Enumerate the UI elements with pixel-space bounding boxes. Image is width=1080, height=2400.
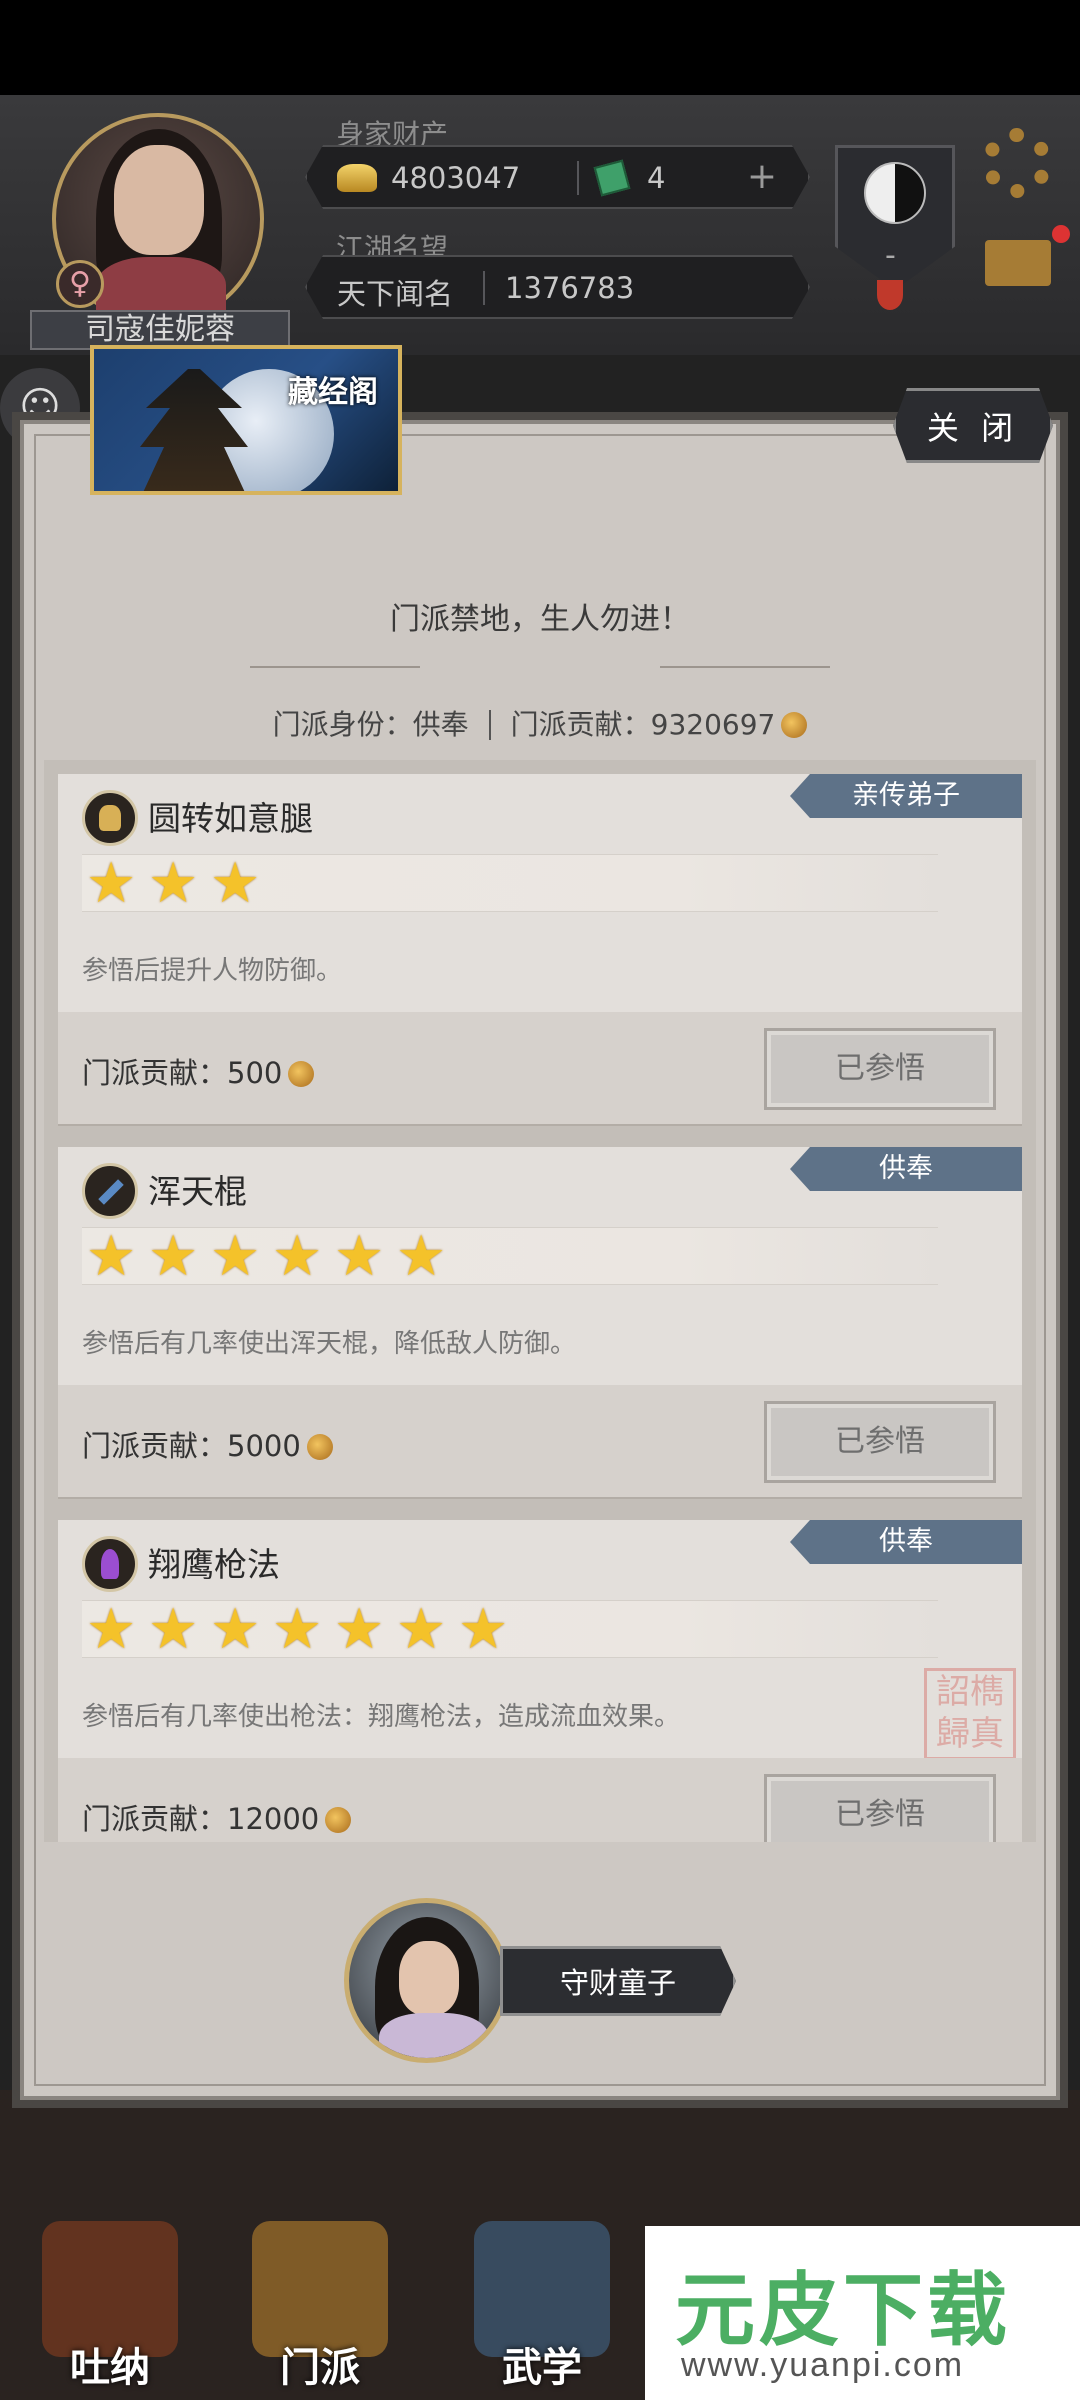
taiji-dash: -	[885, 238, 896, 273]
spear-icon	[82, 1536, 138, 1592]
comprehended-button[interactable]: 已参悟	[764, 1401, 996, 1483]
star-rating: ★ ★ ★	[82, 854, 938, 912]
star-icon: ★	[272, 1597, 323, 1662]
sect-contribution: 门派贡献：9320697	[510, 708, 776, 741]
rank-tag: 供奉	[790, 1520, 1022, 1564]
skill-cost: 门派贡献：12000	[82, 1796, 352, 1838]
star-icon: ★	[210, 1224, 261, 1289]
identity-line: 门派身份：供奉 门派贡献：9320697	[0, 703, 1080, 743]
skill-card: 供奉 浑天棍 ★ ★ ★ ★ ★ ★ 参悟后有几率使出浑天棍，降低敌人防御。 门派贡献：5…	[58, 1147, 1022, 1499]
watermark-url: www.yuanpi.com	[681, 2346, 965, 2384]
nav-tab-sect[interactable]: 门派	[240, 2215, 400, 2395]
sect-identity: 门派身份：供奉	[272, 708, 469, 741]
star-icon: ★	[272, 1224, 323, 1289]
star-icon: ★	[86, 1224, 137, 1289]
coin-icon	[288, 1061, 315, 1087]
star-rating: ★ ★ ★ ★ ★ ★	[82, 1227, 938, 1285]
skill-card: 亲传弟子 圆转如意腿 ★ ★ ★ 参悟后提升人物防御。 门派贡献：500 已参悟	[58, 774, 1022, 1126]
star-icon: ★	[148, 1224, 199, 1289]
skill-cost: 门派贡献：5000	[82, 1423, 333, 1465]
cost-text: 门派贡献：5000	[82, 1429, 301, 1463]
nav-tab-martial-arts[interactable]: 武学	[462, 2215, 622, 2395]
star-rating: ★ ★ ★ ★ ★ ★ ★	[82, 1600, 938, 1658]
modal-title: 藏经阁	[288, 375, 378, 410]
star-icon: ★	[396, 1597, 447, 1662]
star-icon: ★	[86, 1597, 137, 1662]
divider	[483, 271, 485, 305]
reputation-bar: 天下闻名 1376783	[305, 255, 810, 319]
divider	[577, 161, 579, 195]
close-button[interactable]: 关 闭	[893, 388, 1053, 463]
npc-avatar[interactable]	[344, 1898, 509, 2063]
comprehended-button[interactable]: 已参悟	[764, 1774, 996, 1842]
skill-list[interactable]: 亲传弟子 圆转如意腿 ★ ★ ★ 参悟后提升人物防御。 门派贡献：500 已参悟 供…	[44, 760, 1036, 1842]
star-icon: ★	[210, 851, 261, 916]
mail-icon[interactable]	[985, 240, 1051, 286]
gear-icon[interactable]	[982, 128, 1052, 198]
staff-icon	[82, 1163, 138, 1219]
status-bar	[0, 0, 1080, 95]
skill-description: 参悟后有几率使出枪法：翔鹰枪法，造成流血效果。	[82, 1702, 681, 1732]
gold-ingot-icon	[337, 164, 377, 192]
star-icon: ★	[86, 851, 137, 916]
jade-value: 4	[647, 161, 666, 195]
star-icon: ★	[396, 1224, 447, 1289]
skill-footer: 门派贡献：5000 已参悟	[58, 1385, 1022, 1497]
rank-tag: 亲传弟子	[790, 774, 1022, 818]
nav-tab-breathing[interactable]: 吐纳	[30, 2215, 190, 2395]
rank-tag: 供奉	[790, 1147, 1022, 1191]
coin-icon	[306, 1434, 333, 1460]
ornament-right	[660, 666, 830, 668]
seal-stamp: 詔檇 歸真	[924, 1668, 1016, 1760]
taiji-icon	[864, 162, 926, 224]
reputation-title: 天下闻名	[337, 277, 454, 311]
reputation-value: 1376783	[505, 271, 635, 305]
add-currency-button[interactable]: +	[744, 159, 780, 195]
skill-name: 圆转如意腿	[148, 799, 313, 838]
gender-female-icon: ♀	[56, 260, 104, 308]
star-icon: ★	[210, 1597, 261, 1662]
star-icon: ★	[148, 1597, 199, 1662]
star-icon: ★	[458, 1597, 509, 1662]
divider	[488, 710, 491, 740]
library-header-image: 藏经阁	[90, 345, 402, 495]
nav-tab-label: 吐纳	[70, 2345, 150, 2391]
cost-text: 门派贡献：500	[82, 1056, 283, 1090]
skill-footer: 门派贡献：12000 已参悟	[58, 1758, 1022, 1842]
skill-card: 供奉 翔鹰枪法 ★ ★ ★ ★ ★ ★ ★ 参悟后有几率使出枪法：翔鹰枪法，造成流血效果。 …	[58, 1520, 1022, 1842]
watermark-title: 元皮下载	[675, 2264, 1011, 2357]
wealth-bar: 4803047 4 +	[305, 145, 810, 209]
player-name: 司寇佳妮蓉	[30, 310, 290, 350]
taiji-panel[interactable]: -	[835, 145, 955, 290]
ornament-left	[250, 666, 420, 668]
npc-name[interactable]: 守财童子	[500, 1946, 736, 2016]
jade-icon	[594, 160, 631, 197]
npc-face	[399, 1941, 459, 2015]
modal-subtitle: 门派禁地，生人勿进！	[390, 602, 690, 637]
skill-footer: 门派贡献：500 已参悟	[58, 1012, 1022, 1124]
npc-robe	[379, 2013, 489, 2058]
nav-tab-label: 武学	[502, 2345, 582, 2391]
notification-dot	[1052, 225, 1070, 243]
skill-name: 翔鹰枪法	[148, 1545, 280, 1584]
skill-description: 参悟后有几率使出浑天棍，降低敌人防御。	[82, 1329, 577, 1359]
avatar-face	[114, 145, 204, 255]
tassel-ornament	[877, 280, 903, 310]
star-icon: ★	[148, 851, 199, 916]
gold-value: 4803047	[391, 161, 521, 195]
skill-description: 参悟后提升人物防御。	[82, 956, 343, 986]
nav-tab-label: 门派	[280, 2345, 360, 2391]
star-icon: ★	[334, 1224, 385, 1289]
site-watermark: 元皮下载 www.yuanpi.com	[645, 2226, 1080, 2400]
top-hud: ♀ 司寇佳妮蓉 身家财产 4803047 4 + 江湖名望 天下闻名 13767…	[0, 95, 1080, 355]
golden-statue-icon	[82, 790, 138, 846]
star-icon: ★	[334, 1597, 385, 1662]
skill-cost: 门派贡献：500	[82, 1050, 315, 1092]
coin-icon	[781, 712, 808, 738]
comprehended-button[interactable]: 已参悟	[764, 1028, 996, 1110]
skill-name: 浑天棍	[148, 1172, 247, 1211]
coin-icon	[325, 1807, 352, 1833]
cost-text: 门派贡献：12000	[82, 1802, 320, 1836]
